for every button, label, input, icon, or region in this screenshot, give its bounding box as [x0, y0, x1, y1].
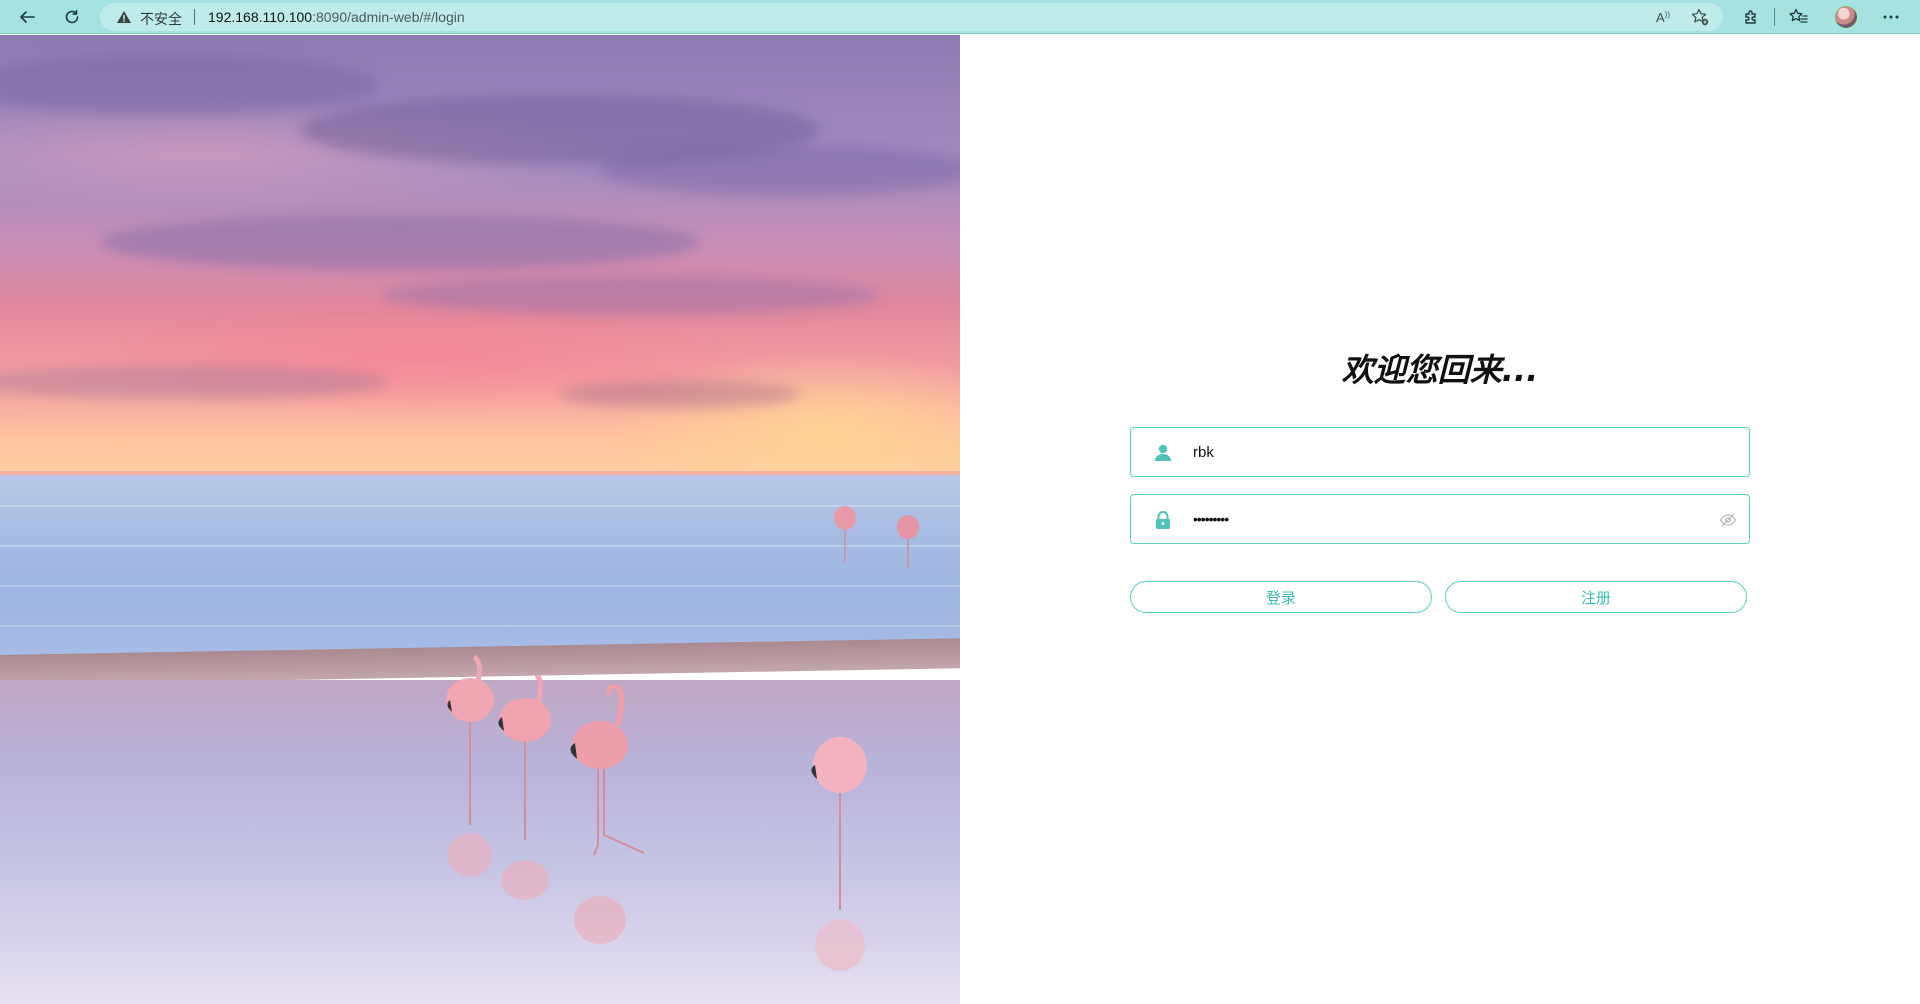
extensions-icon	[1745, 10, 1756, 24]
toolbar-divider	[1774, 8, 1775, 26]
cloud	[100, 215, 700, 270]
flamingo	[811, 737, 867, 971]
url-text[interactable]: 192.168.110.100:8090/admin-web/#/login	[208, 9, 465, 25]
username-input[interactable]	[1191, 436, 1691, 468]
back-arrow-icon	[20, 11, 35, 23]
refresh-icon	[65, 9, 79, 24]
read-aloud-icon[interactable]: A))	[1652, 7, 1674, 27]
login-panel: 欢迎您回来... 登录 注册	[960, 35, 1920, 1004]
security-label[interactable]: 不安全	[140, 9, 182, 29]
extensions-button[interactable]	[1737, 4, 1765, 30]
warning-icon[interactable]	[116, 10, 132, 24]
cloud	[380, 275, 880, 315]
profile-avatar[interactable]	[1834, 5, 1858, 29]
welcome-heading: 欢迎您回来...	[1341, 351, 1539, 389]
favorite-add-icon[interactable]	[1689, 7, 1711, 27]
more-button[interactable]	[1877, 4, 1905, 30]
browser-toolbar: 不安全 192.168.110.100:8090/admin-web/#/log…	[0, 0, 1920, 34]
flamingo	[570, 685, 645, 944]
read-aloud-label: A	[1656, 9, 1665, 25]
user-icon	[1155, 444, 1171, 461]
refresh-button[interactable]	[58, 4, 86, 30]
login-button[interactable]: 登录	[1130, 581, 1432, 613]
flamingo	[498, 675, 551, 900]
eye-icon[interactable]	[1719, 511, 1737, 529]
password-field[interactable]	[1130, 494, 1750, 544]
sea	[0, 475, 960, 665]
flamingo-background-image	[0, 35, 960, 1004]
cloud	[600, 145, 960, 195]
address-bar[interactable]: 不安全 192.168.110.100:8090/admin-web/#/log…	[100, 3, 1723, 31]
favorites-button[interactable]	[1785, 4, 1813, 30]
back-button[interactable]	[13, 4, 41, 30]
favorites-icon	[1789, 8, 1808, 23]
url-path: :8090/admin-web/#/login	[312, 9, 465, 25]
more-icon	[1883, 15, 1899, 19]
register-button[interactable]: 注册	[1445, 581, 1747, 613]
cloud	[560, 380, 800, 408]
flamingo	[897, 515, 919, 569]
username-field[interactable]	[1130, 427, 1750, 477]
password-input[interactable]	[1191, 503, 1691, 535]
address-divider	[194, 9, 195, 25]
lock-icon	[1156, 511, 1170, 529]
flamingo	[834, 506, 856, 562]
url-host: 192.168.110.100	[208, 9, 313, 25]
